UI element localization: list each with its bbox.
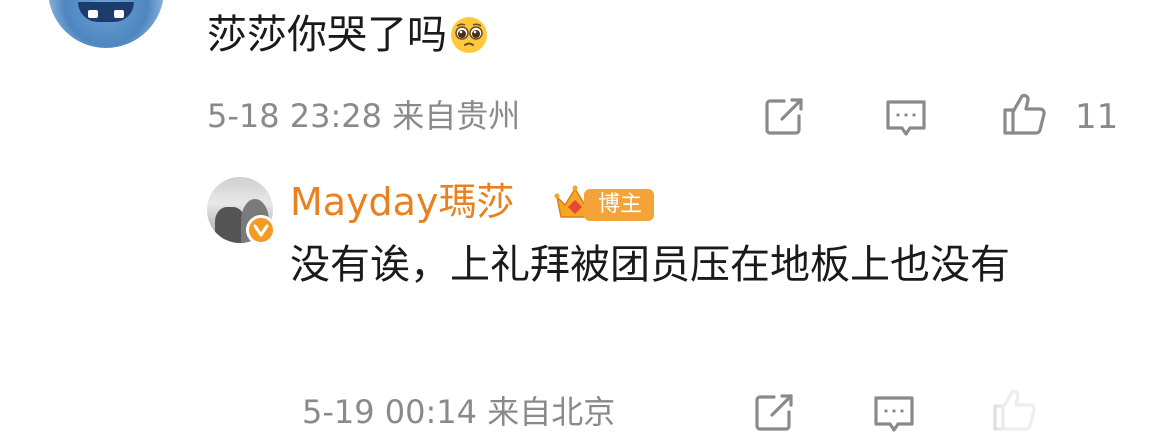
comment-content: 莎莎你哭了吗 [207,9,489,61]
pleading-face-emoji-icon [449,15,489,55]
comment-meta: 5-18 23:28 来自贵州 [207,96,520,136]
avatar-tooth-shape [88,10,98,18]
avatar-tooth-shape [114,10,124,18]
comment-icon[interactable] [882,94,930,142]
comment-timestamp: 5-18 23:28 [207,97,383,135]
share-icon[interactable] [760,92,808,140]
reply-author-name[interactable]: Mayday瑪莎 [290,178,514,226]
verified-badge-icon [246,215,276,245]
blogger-badge: 博主 [584,189,655,221]
avatar-mouth-shape [78,2,134,22]
reply-location: 来自北京 [487,393,616,431]
comment-icon[interactable] [870,390,918,438]
reply-meta: 5-19 00:14 来自北京 [302,392,615,432]
watermark-overlay [935,386,1169,436]
reply-timestamp: 5-19 00:14 [302,393,478,431]
commenter-avatar[interactable] [48,0,164,48]
like-count: 11 [1075,97,1119,137]
comment-text: 莎莎你哭了吗 [207,12,447,58]
thumbs-up-icon[interactable] [1000,90,1048,138]
reply-text: 没有诶，上礼拜被团员压在地板上也没有 [290,242,1010,288]
comment-location: 来自贵州 [392,97,521,135]
share-icon[interactable] [750,388,798,436]
